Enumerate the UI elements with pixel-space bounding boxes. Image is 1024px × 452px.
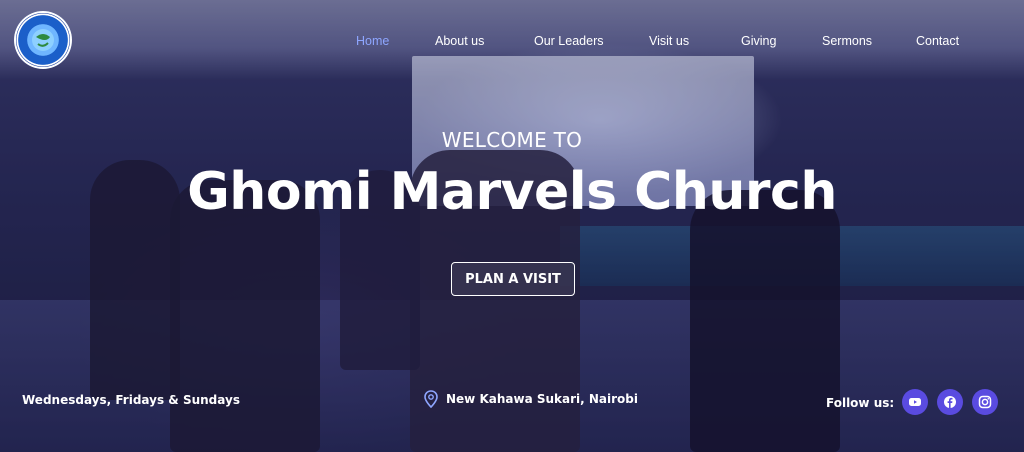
nav-our-leaders[interactable]: Our Leaders [534, 34, 603, 48]
main-navigation: Home About us Our Leaders Visit us Givin… [340, 30, 974, 52]
location: New Kahawa Sukari, Nairobi [424, 390, 638, 408]
nav-sermons[interactable]: Sermons [822, 34, 872, 48]
nav-home[interactable]: Home [356, 34, 389, 48]
service-days: Wednesdays, Fridays & Sundays [22, 393, 240, 407]
instagram-icon [978, 395, 992, 409]
youtube-button[interactable] [902, 389, 928, 415]
church-logo[interactable] [14, 11, 72, 69]
instagram-button[interactable] [972, 389, 998, 415]
hero-kicker: WELCOME TO [441, 128, 583, 152]
facebook-icon [944, 396, 956, 408]
map-pin-icon [424, 390, 438, 408]
youtube-icon [909, 398, 921, 406]
plan-a-visit-button[interactable]: PLAN A VISIT [451, 262, 575, 296]
globe-logo-icon [32, 29, 54, 51]
nav-visit-us[interactable]: Visit us [649, 34, 689, 48]
nav-contact[interactable]: Contact [916, 34, 959, 48]
nav-giving[interactable]: Giving [741, 34, 776, 48]
follow-label: Follow us: [826, 396, 895, 410]
hero-title: Ghomi Marvels Church [187, 162, 837, 222]
nav-about-us[interactable]: About us [435, 34, 484, 48]
hero-overlay [0, 0, 1024, 452]
hero-section: Home About us Our Leaders Visit us Givin… [0, 0, 1024, 452]
facebook-button[interactable] [937, 389, 963, 415]
location-text: New Kahawa Sukari, Nairobi [446, 392, 638, 406]
